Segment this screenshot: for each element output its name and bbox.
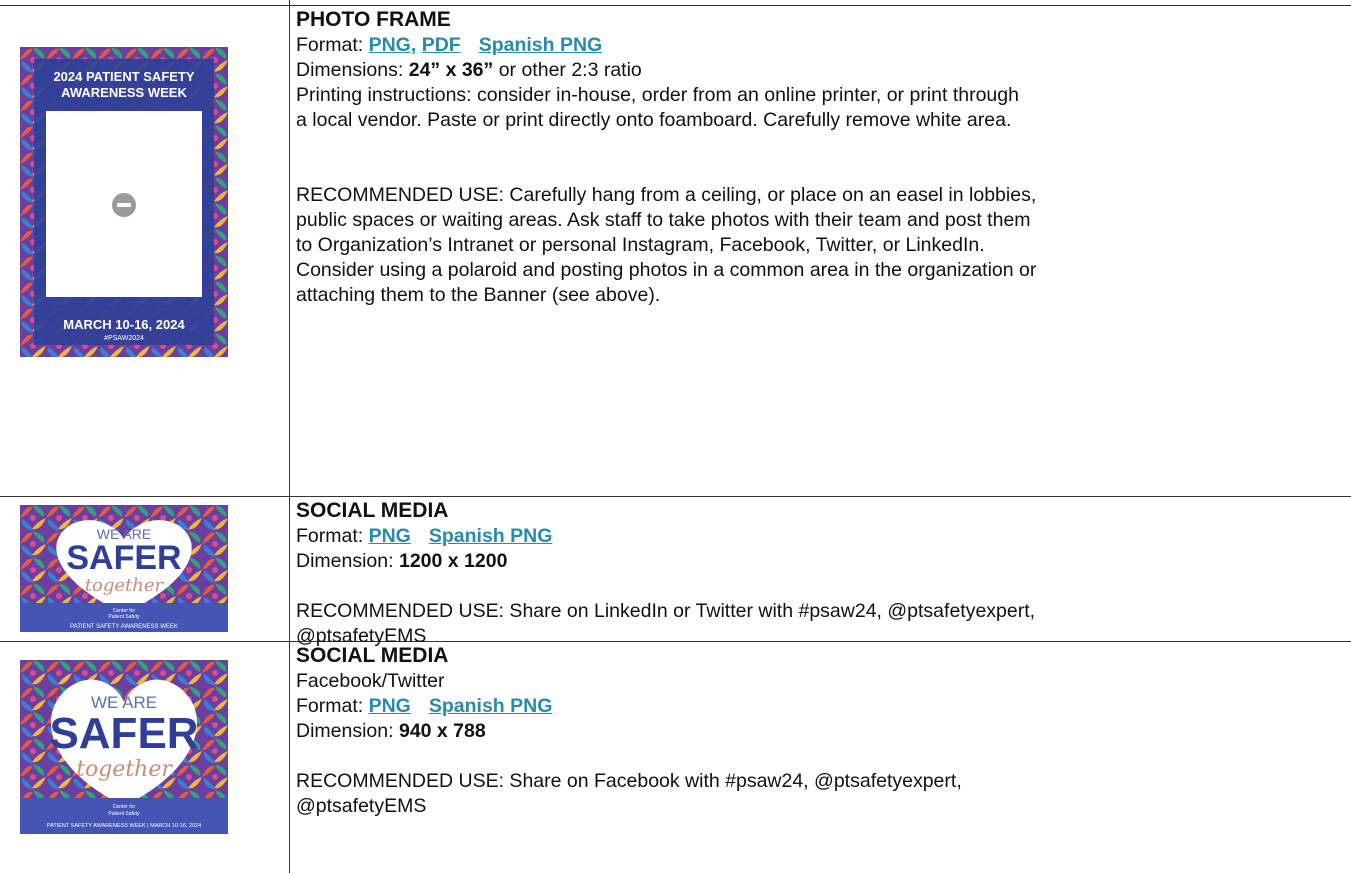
resource-table: 2024 PATIENT SAFETY AWARENESS WEEK MARCH… (0, 0, 1351, 873)
social-facebook-thumbnail: WE ARE SAFER together Center for Patient… (20, 660, 228, 834)
dimensions-label: Dimension: (296, 550, 399, 572)
photo-frame-details: PHOTO FRAME Format: PNG, PDF Spanish PNG … (296, 6, 1344, 308)
printing-line: Printing instructions: consider in-house… (296, 84, 1019, 106)
logo-text: Patient Safety (108, 614, 140, 620)
recommended-use-line: to Organization’s Intranet or personal I… (296, 234, 985, 256)
social-facebook-details: SOCIAL MEDIA Facebook/Twitter Format: PN… (296, 642, 1344, 819)
format-label: Format: (296, 695, 369, 717)
recommended-use-line: @ptsafetyEMS (296, 795, 427, 817)
subtitle: Facebook/Twitter (296, 670, 445, 692)
thumb-hashtag: #PSAW2024 (104, 335, 144, 342)
format-line: Format: PNG Spanish PNG (296, 524, 1344, 549)
section-title: PHOTO FRAME (296, 8, 451, 31)
thumb-heading-2: AWARENESS WEEK (61, 85, 187, 100)
section-title: SOCIAL MEDIA (296, 499, 449, 522)
recommended-use-line: Consider using a polaroid and posting ph… (296, 259, 1037, 281)
column-divider (289, 0, 290, 873)
photo-frame-image: 2024 PATIENT SAFETY AWARENESS WEEK MARCH… (20, 47, 228, 357)
dimensions-value: 1200 x 1200 (398, 550, 508, 572)
png-link[interactable]: PNG (369, 695, 411, 717)
dimensions-line: Dimension: 940 x 788 (296, 719, 1344, 744)
social-square-thumbnail: WE ARE SAFER together Center for Patient… (20, 505, 228, 632)
spanish-png-link[interactable]: Spanish PNG (479, 34, 603, 56)
format-line: Format: PNG Spanish PNG (296, 694, 1344, 719)
png-link[interactable]: PNG (369, 525, 411, 547)
footer-text: PATIENT SAFETY AWARENESS WEEK (70, 624, 178, 630)
printing-line: a local vendor. Paste or print directly … (296, 109, 1012, 131)
safer-text: SAFER (49, 709, 198, 758)
spanish-png-link[interactable]: Spanish PNG (429, 695, 553, 717)
pdf-link[interactable]: PDF (422, 34, 461, 56)
dimensions-suffix: or other 2:3 ratio (493, 59, 642, 81)
social-square-image: WE ARE SAFER together Center for Patient… (20, 505, 228, 632)
format-label: Format: (296, 34, 369, 56)
dimensions-label: Dimension: (296, 720, 399, 742)
social-square-details: SOCIAL MEDIA Format: PNG Spanish PNG Dime… (296, 497, 1344, 649)
recommended-use-line: RECOMMENDED USE: Carefully hang from a c… (296, 184, 1037, 206)
together-text: together (85, 575, 165, 596)
photo-frame-thumbnail: 2024 PATIENT SAFETY AWARENESS WEEK MARCH… (20, 47, 228, 357)
recommended-use-line: RECOMMENDED USE: Share on LinkedIn or Tw… (296, 600, 1036, 622)
spanish-png-link[interactable]: Spanish PNG (429, 525, 553, 547)
together-text: together (76, 757, 173, 782)
safer-text: SAFER (66, 539, 181, 577)
recommended-use-line: attaching them to the Banner (see above)… (296, 284, 661, 306)
logo-text: Center for (113, 804, 136, 810)
format-line: Format: PNG, PDF Spanish PNG (296, 33, 1344, 58)
section-title: SOCIAL MEDIA (296, 644, 449, 667)
dimensions-label: Dimensions: (296, 59, 409, 81)
recommended-use-line: RECOMMENDED USE: Share on Facebook with … (296, 770, 962, 792)
format-label: Format: (296, 525, 369, 547)
logo-text: Patient Safety (108, 811, 140, 817)
social-facebook-image: WE ARE SAFER together Center for Patient… (20, 660, 228, 834)
thumb-dates: MARCH 10-16, 2024 (63, 317, 185, 332)
dimensions-line: Dimensions: 24” x 36” or other 2:3 ratio (296, 58, 1344, 83)
footer-text: PATIENT SAFETY AWARENESS WEEK | MARCH 10… (47, 823, 201, 829)
png-link[interactable]: PNG, (369, 34, 417, 56)
thumb-heading-1: 2024 PATIENT SAFETY (53, 69, 194, 84)
recommended-use-line: public spaces or waiting areas. Ask staf… (296, 209, 1031, 231)
dimensions-line: Dimension: 1200 x 1200 (296, 549, 1344, 574)
dimensions-value: 24” x 36” (408, 59, 494, 81)
dimensions-value: 940 x 788 (398, 720, 486, 742)
